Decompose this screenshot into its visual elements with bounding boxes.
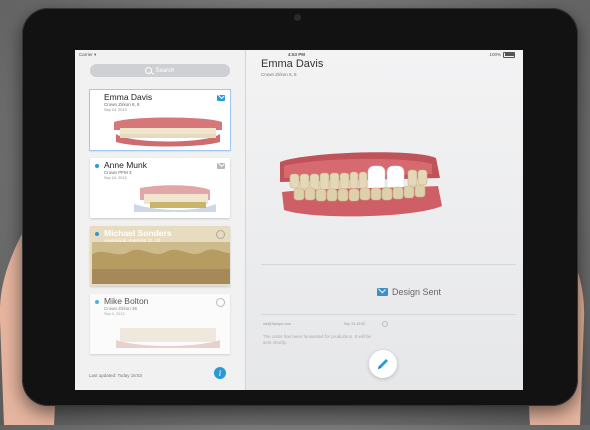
detail-patient-name: Emma Davis — [261, 58, 324, 70]
dental-model-thumbnail — [116, 328, 220, 348]
mail-icon — [217, 95, 225, 101]
detail-subtitle: Crown Zirkon 6, 8 — [261, 72, 297, 77]
mail-icon — [377, 288, 388, 296]
edit-button[interactable] — [369, 350, 397, 378]
pencil-icon — [378, 359, 388, 369]
search-icon — [145, 67, 153, 74]
patient-date: Sep 4, 2013 — [104, 312, 125, 316]
patient-subtitle: Crown Zirkon 6, 8 — [104, 102, 140, 107]
unread-dot — [95, 164, 99, 168]
patient-card-michael-sonders[interactable]: Michael Sonders Anatomical Abutment 21, … — [90, 226, 230, 286]
patient-subtitle: Crown PFM 3 — [104, 170, 132, 175]
patient-date: Sep 24, 2013 — [104, 108, 127, 112]
search-placeholder: Search — [155, 67, 175, 74]
dental-model-thumbnail — [92, 242, 230, 284]
battery-indicator: 100% — [489, 51, 515, 58]
message-time: Sep 24 16:52 — [344, 322, 366, 326]
section-divider — [261, 314, 516, 315]
app-screen: Search Emma Davis Crown Zirkon 6, 8 Sep … — [75, 50, 523, 390]
unread-dot — [95, 232, 99, 236]
circle-icon — [216, 298, 225, 307]
info-label: i — [218, 368, 222, 378]
last-updated-text: Last updated: Today 16:53 — [89, 373, 142, 378]
mail-icon — [217, 163, 225, 169]
patient-name: Emma Davis — [104, 92, 153, 102]
detail-pane: Emma Davis Crown Zirkon 6, 8 Design Sent… — [246, 50, 523, 390]
info-button[interactable]: i — [214, 367, 226, 379]
search-input[interactable]: Search — [90, 64, 230, 77]
patient-card-mike-bolton[interactable]: Mike Bolton Crown Zirkon 36 Sep 4, 2013 — [90, 294, 230, 354]
battery-percent: 100% — [489, 52, 501, 57]
patient-card-anne-munk[interactable]: Anne Munk Crown PFM 3 Sep 19, 2013 — [90, 158, 230, 218]
clock: 4:53 PM — [288, 52, 306, 57]
dental-3d-model[interactable] — [274, 148, 444, 226]
patient-date: Sep 19, 2013 — [104, 176, 127, 180]
camera — [294, 14, 301, 21]
patient-card-emma-davis[interactable]: Emma Davis Crown Zirkon 6, 8 Sep 24, 201… — [90, 90, 230, 150]
carrier-label: Carrier ▾ — [79, 51, 97, 57]
design-sent-label: Design Sent — [392, 287, 442, 297]
status-bar: Carrier ▾ 4:53 PM 100% — [75, 50, 523, 59]
patient-name: Michael Sonders — [104, 228, 172, 238]
dental-model-thumbnail — [114, 117, 222, 147]
section-divider — [261, 264, 516, 265]
battery-icon — [503, 51, 515, 58]
patient-subtitle: Crown Zirkon 36 — [104, 306, 138, 311]
message-email: lab@3shape.com — [263, 322, 292, 326]
patient-name: Mike Bolton — [104, 296, 149, 306]
patient-name: Anne Munk — [104, 160, 147, 170]
check-icon — [382, 321, 388, 327]
message-text: The order has been forwarded for product… — [263, 334, 372, 345]
circle-icon — [216, 230, 225, 239]
patient-sidebar: Search Emma Davis Crown Zirkon 6, 8 Sep … — [75, 50, 246, 390]
unread-dot — [95, 300, 99, 304]
dental-model-thumbnail — [134, 185, 216, 212]
design-sent-status: Design Sent — [377, 287, 441, 297]
